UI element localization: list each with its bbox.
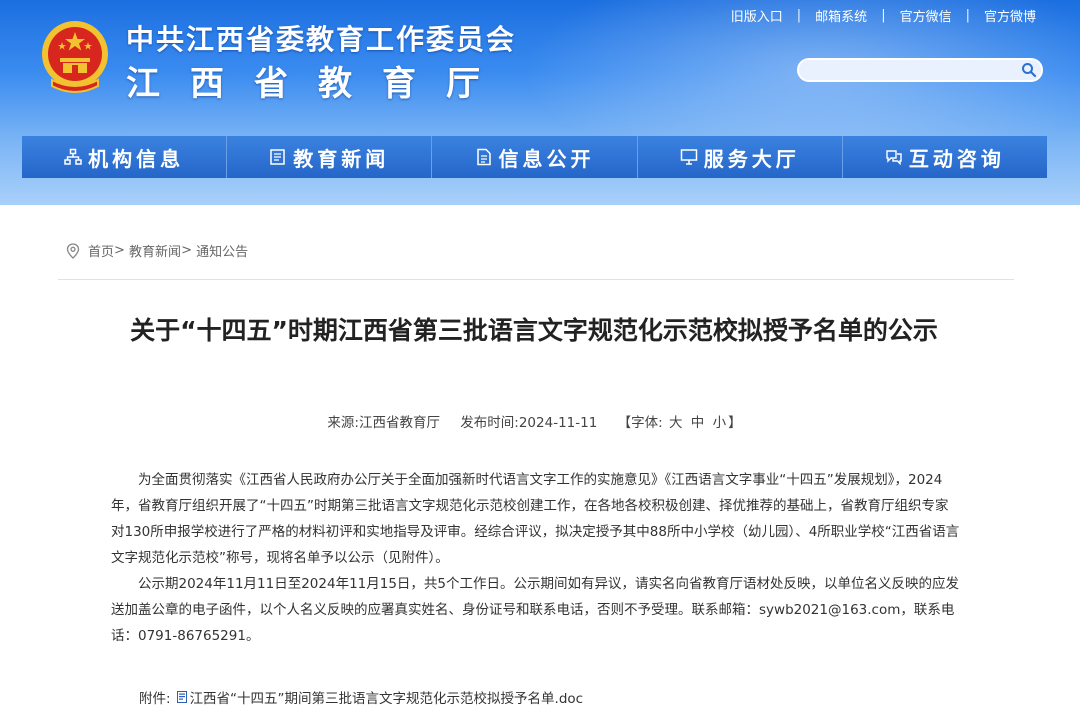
font-size-label: 【字体: xyxy=(617,415,663,431)
date-label: 发布时间: xyxy=(460,415,519,431)
news-icon xyxy=(270,149,286,165)
chat-icon xyxy=(886,150,902,166)
font-medium-button[interactable]: 中 xyxy=(691,415,705,431)
breadcrumb-home[interactable]: 首页 xyxy=(88,241,114,260)
breadcrumb-news[interactable]: 教育新闻 xyxy=(129,241,181,260)
main-nav: 机构信息 教育新闻 信息公开 服务大厅 互动咨询 xyxy=(22,136,1048,178)
publish-date: 2024-11-11 xyxy=(518,415,598,431)
attachment: 附件: 江西省“十四五”期间第三批语言文字规范化示范校拟授予名单.doc xyxy=(139,687,583,707)
font-size-switcher: 【字体: 大 中 小】 xyxy=(618,415,742,431)
monitor-icon xyxy=(680,149,697,165)
nav-label: 信息公开 xyxy=(498,146,595,171)
paragraph: 公示期2024年11月11日至2024年11月15日，共5个工作日。公示期间如有… xyxy=(111,576,960,644)
breadcrumb-notices[interactable]: 通知公告 xyxy=(196,241,248,260)
search-input[interactable] xyxy=(809,60,1023,82)
article-meta: 来源:江西省教育厅 发布时间:2024-11-11 【字体: 大 中 小】 xyxy=(22,411,1047,431)
official-wechat-link[interactable]: 官方微信 xyxy=(886,6,966,25)
attachment-label: 附件: xyxy=(139,691,171,707)
search-box xyxy=(797,58,1043,82)
divider xyxy=(58,279,1014,280)
nav-item-interactive-consult[interactable]: 互动咨询 xyxy=(842,136,1048,178)
top-links: 旧版入口 | 邮箱系统 | 官方微信 | 官方微博 xyxy=(717,6,1050,25)
article-body: 为全面贯彻落实《江西省人民政府办公厅关于全面加强新时代语言文字工作的实施意见》《… xyxy=(111,467,961,649)
nav-item-org-info[interactable]: 机构信息 xyxy=(22,136,228,178)
old-version-link[interactable]: 旧版入口 xyxy=(717,6,797,25)
official-weibo-link[interactable]: 官方微博 xyxy=(970,6,1050,25)
separator: | xyxy=(965,8,970,23)
mail-system-link[interactable]: 邮箱系统 xyxy=(801,6,881,25)
breadcrumb-sep: > xyxy=(114,243,130,258)
dept-name: 江西省教育厅 xyxy=(126,64,510,104)
article-title: 关于“十四五”时期江西省第三批语言文字规范化示范校拟授予名单的公示 xyxy=(130,316,938,345)
search-icon[interactable] xyxy=(1021,62,1037,78)
separator: | xyxy=(881,8,886,23)
nav-label: 机构信息 xyxy=(88,146,185,171)
separator: | xyxy=(796,8,802,23)
paragraph: 为全面贯彻落实《江西省人民政府办公厅关于全面加强新时代语言文字工作的实施意见》《… xyxy=(111,472,960,566)
nav-item-service-hall[interactable]: 服务大厅 xyxy=(637,136,843,178)
font-small-button[interactable]: 小 xyxy=(713,415,727,431)
org-chart-icon xyxy=(64,148,82,165)
nav-item-education-news[interactable]: 教育新闻 xyxy=(227,136,433,178)
nav-label: 服务大厅 xyxy=(703,146,800,171)
nav-label: 教育新闻 xyxy=(293,146,390,171)
nav-item-info-disclosure[interactable]: 信息公开 xyxy=(432,136,638,178)
source-value: 江西省教育厅 xyxy=(358,415,440,431)
font-size-close: 】 xyxy=(728,415,742,431)
font-large-button[interactable]: 大 xyxy=(669,415,683,431)
breadcrumb: 首页 > 教育新闻 > 通知公告 xyxy=(66,241,248,260)
source-label: 来源: xyxy=(327,415,359,431)
org-name: 中共江西省委教育工作委员会 xyxy=(126,23,517,56)
nav-label: 互动咨询 xyxy=(908,146,1005,171)
document-icon xyxy=(476,148,491,166)
national-emblem-icon xyxy=(42,21,108,93)
article-container: 首页 > 教育新闻 > 通知公告 关于“十四五”时期江西省第三批语言文字规范化示… xyxy=(22,205,1047,715)
attachment-link[interactable]: 江西省“十四五”期间第三批语言文字规范化示范校拟授予名单.doc xyxy=(190,687,584,707)
location-pin-icon xyxy=(66,242,80,259)
breadcrumb-sep: > xyxy=(181,243,197,258)
word-doc-icon xyxy=(176,691,187,703)
